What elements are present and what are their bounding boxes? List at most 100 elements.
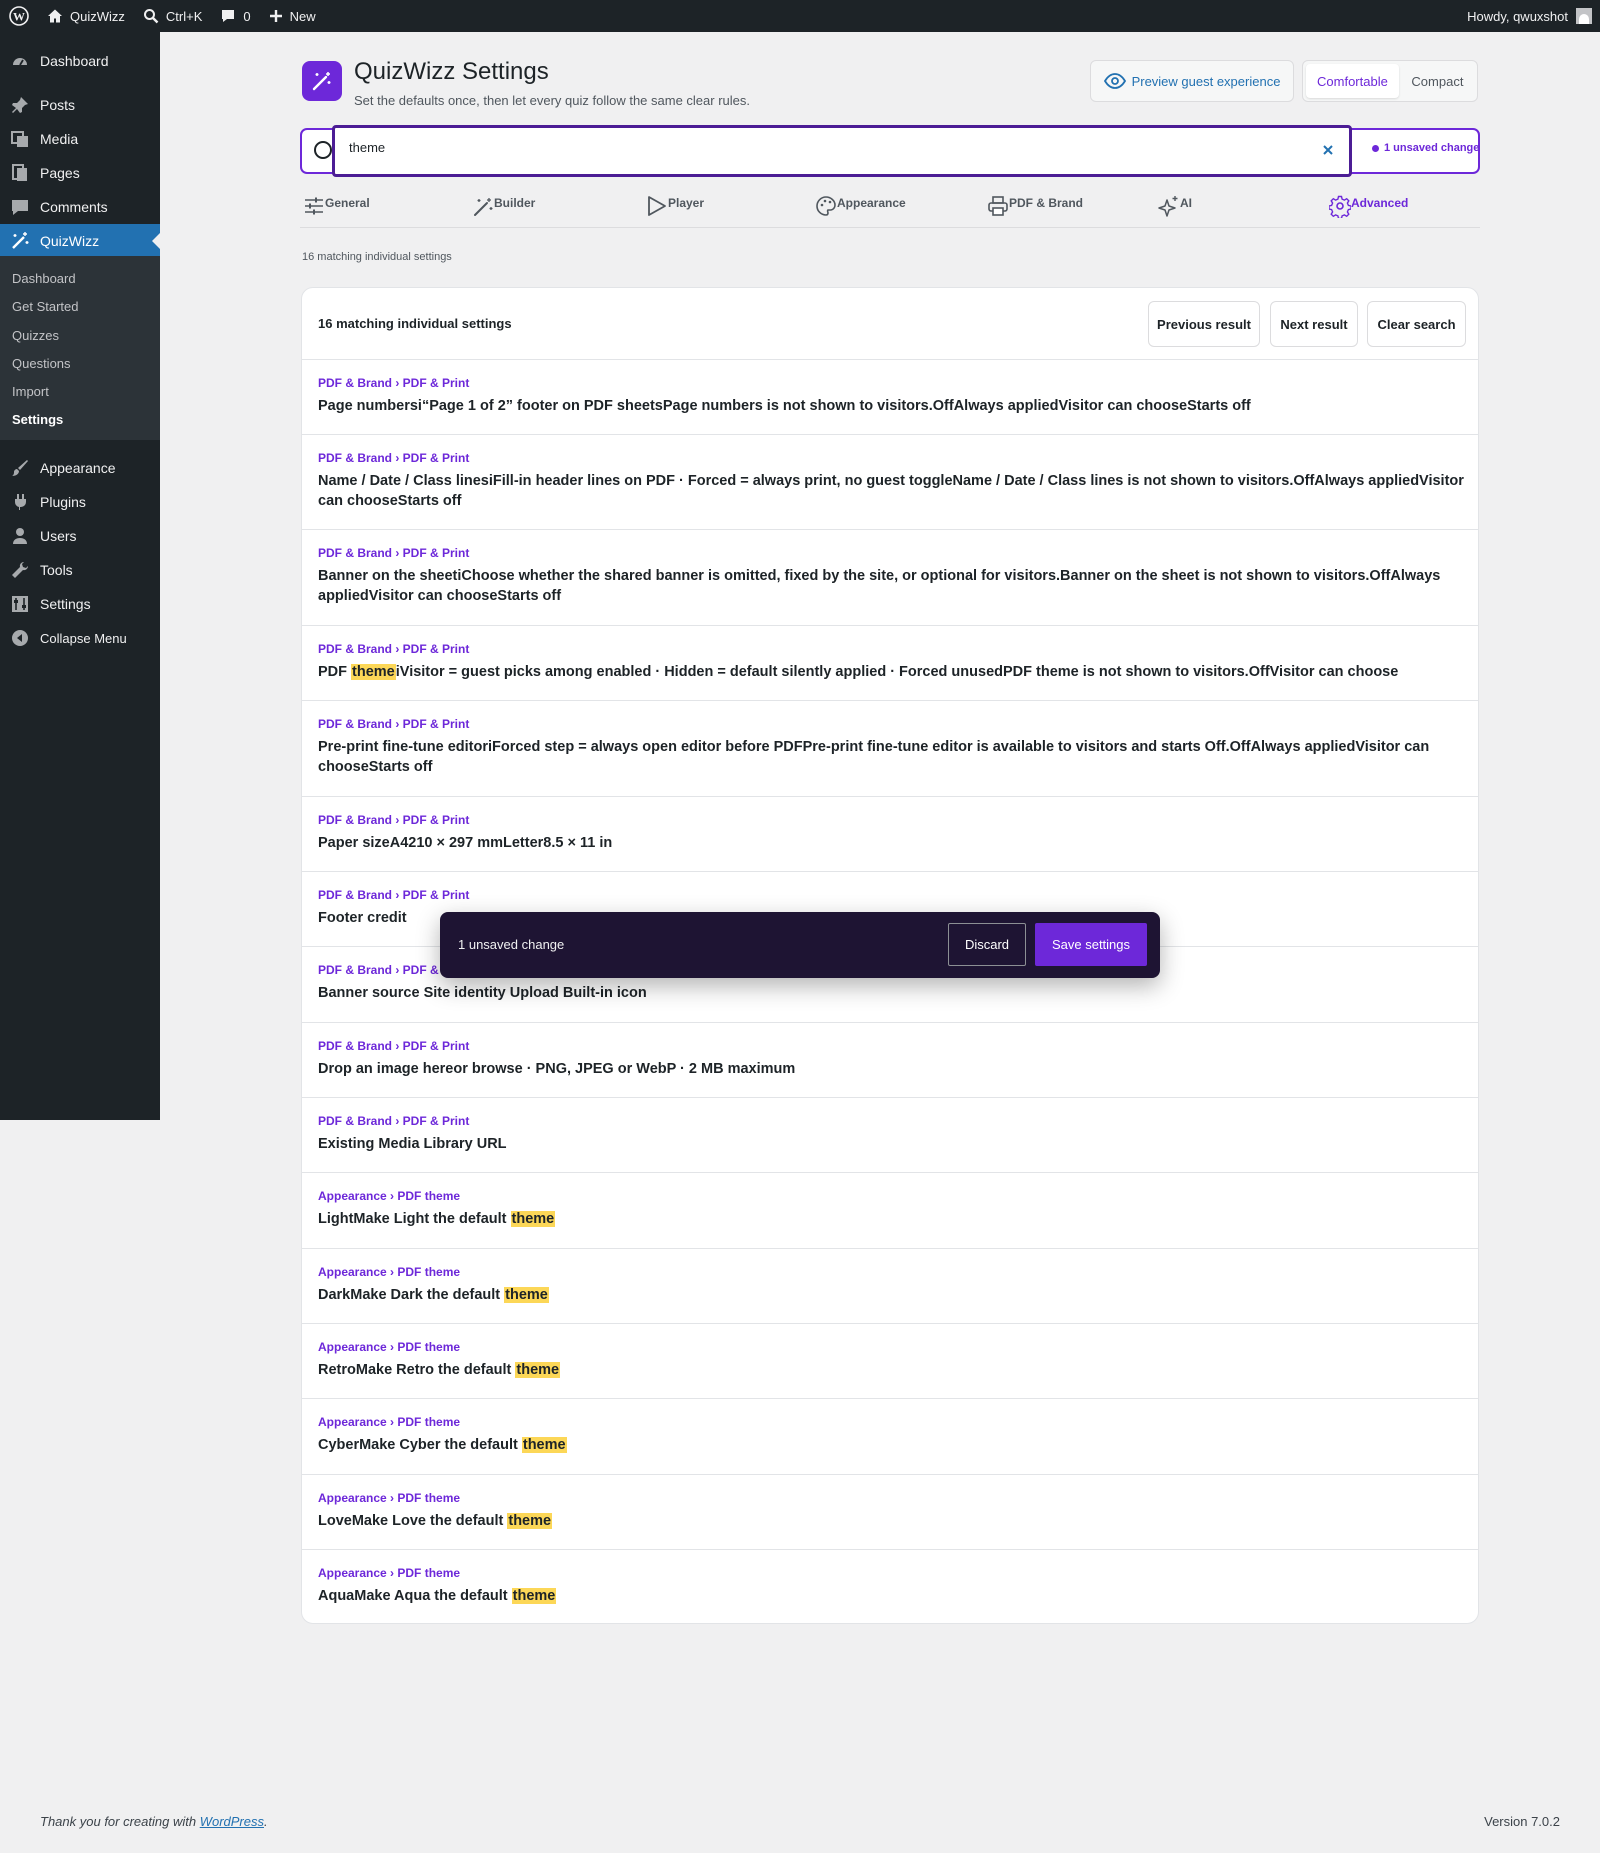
submenu-item-quizzes[interactable]: Quizzes (12, 328, 59, 343)
tab-pdf-brand[interactable]: PDF & Brand (987, 186, 1083, 224)
result-text: Banner source Site identity Upload Built… (318, 985, 647, 1001)
result-row[interactable]: Appearance › PDF theme CyberMake Cyber t… (302, 1399, 1478, 1475)
adminbar-comments[interactable]: 0 (211, 0, 259, 32)
match-count-summary: 16 matching individual settings (302, 251, 452, 263)
result-row[interactable]: PDF & Brand › PDF & Print Pre-print fine… (302, 701, 1478, 797)
sidebar-item-pages[interactable]: Pages (0, 156, 160, 190)
media-icon (11, 131, 28, 147)
sidebar-item-tools[interactable]: Tools (0, 553, 160, 587)
density-comfortable[interactable]: Comfortable (1306, 64, 1399, 98)
sidebar-item-label: Posts (40, 97, 76, 113)
result-row[interactable]: Appearance › PDF theme AquaMake Aqua the… (302, 1550, 1478, 1623)
tab-general[interactable]: General (303, 186, 370, 224)
result-breadcrumb: Appearance › PDF theme (318, 1340, 461, 1354)
adminbar-comments-count: 0 (243, 8, 251, 24)
result-row[interactable]: PDF & Brand › PDF & Print PDF themeiVisi… (302, 626, 1478, 701)
admin-sidebar: Dashboard Posts Media Pages Comments Qui… (0, 32, 160, 1120)
result-text-pre: LightMake Light the default (318, 1211, 511, 1227)
submenu-item-settings[interactable]: Settings (12, 412, 63, 427)
footer-thanks: Thank you for creating with WordPress. (40, 1814, 268, 1829)
sidebar-item-posts[interactable]: Posts (0, 88, 160, 122)
result-text: Banner on the sheetiChoose whether the s… (318, 568, 1441, 604)
result-row[interactable]: PDF & Brand › PDF & Print Name / Date / … (302, 435, 1478, 530)
result-row[interactable]: Appearance › PDF theme LightMake Light t… (302, 1173, 1478, 1249)
sidebar-item-dashboard[interactable]: Dashboard (0, 44, 160, 78)
result-row[interactable]: PDF & Brand › PDF & Print Drop an image … (302, 1023, 1478, 1098)
settings-search-input[interactable] (349, 140, 1249, 155)
submenu-item-dashboard[interactable]: Dashboard (12, 271, 76, 286)
eye-icon (1103, 73, 1126, 89)
result-text: AquaMake Aqua the default theme (318, 1586, 1468, 1606)
sidebar-item-plugins[interactable]: Plugins (0, 485, 160, 519)
adminbar-new-label: New (289, 8, 316, 24)
unsaved-changes-text: 1 unsaved change (458, 937, 565, 952)
avatar (1576, 8, 1592, 24)
sidebar-item-label: Plugins (40, 494, 86, 510)
result-row[interactable]: Appearance › PDF theme RetroMake Retro t… (302, 1324, 1478, 1399)
quizwizz-logo (302, 61, 342, 101)
clear-search-icon[interactable] (1319, 141, 1337, 159)
magic-wand-icon (312, 72, 331, 91)
search-icon (314, 141, 332, 159)
result-breadcrumb: PDF & Brand › PDF & Print (318, 451, 470, 465)
result-row[interactable]: Appearance › PDF theme DarkMake Dark the… (302, 1249, 1478, 1324)
result-row[interactable]: PDF & Brand › PDF & Print Page numbersi“… (302, 360, 1478, 435)
preview-guest-label: Preview guest experience (1131, 73, 1281, 89)
sidebar-item-appearance[interactable]: Appearance (0, 451, 160, 485)
previous-result-button[interactable]: Previous result (1148, 301, 1260, 347)
tab-builder[interactable]: Builder (472, 186, 535, 224)
settings-tabs: General Builder Player Appearance PDF & … (300, 186, 1480, 228)
sliders-icon (305, 197, 323, 215)
result-row[interactable]: PDF & Brand › PDF & Print Existing Media… (302, 1098, 1478, 1173)
result-breadcrumb: Appearance › PDF theme (318, 1491, 461, 1505)
submenu-item-questions[interactable]: Questions (12, 356, 71, 371)
result-text-pre: AquaMake Aqua the default (318, 1588, 512, 1604)
wordpress-link[interactable]: WordPress (200, 1814, 264, 1829)
adminbar-new[interactable]: New (260, 0, 325, 32)
tab-player[interactable]: Player (646, 186, 704, 224)
tab-appearance[interactable]: Appearance (815, 186, 906, 224)
sidebar-item-label: Users (40, 528, 77, 544)
sidebar-item-users[interactable]: Users (0, 519, 160, 553)
search-highlight: theme (510, 1211, 556, 1227)
adminbar-site-name: QuizWizz (70, 8, 125, 24)
tab-ai[interactable]: AI (1158, 186, 1192, 224)
printer-icon (988, 196, 1008, 216)
result-row[interactable]: Appearance › PDF theme LoveMake Love the… (302, 1475, 1478, 1550)
results-count: 16 matching individual settings (318, 316, 512, 331)
wordpress-logo[interactable]: W (0, 0, 38, 32)
sidebar-item-comments[interactable]: Comments (0, 190, 160, 224)
discard-button[interactable]: Discard (948, 923, 1026, 966)
comment-icon (222, 10, 235, 22)
adminbar-site-link[interactable]: QuizWizz (38, 0, 134, 32)
pin-icon (12, 97, 28, 113)
plus-icon (269, 10, 282, 22)
result-text: RetroMake Retro the default theme (318, 1360, 1468, 1380)
adminbar-search-shortcut: Ctrl+K (165, 8, 203, 24)
sidebar-item-quizwizz[interactable]: QuizWizz (0, 224, 160, 258)
tab-advanced[interactable]: Advanced (1329, 186, 1408, 224)
adminbar-search[interactable]: Ctrl+K (134, 0, 211, 32)
submenu-item-import[interactable]: Import (12, 384, 49, 399)
unsaved-indicator-label: 1 unsaved change (1384, 142, 1480, 154)
result-row[interactable]: PDF & Brand › PDF & Print Paper sizeA421… (302, 797, 1478, 872)
preview-guest-button[interactable]: Preview guest experience (1090, 60, 1294, 102)
tab-label: Builder (494, 196, 536, 210)
collapse-menu-button[interactable]: Collapse Menu (0, 621, 160, 655)
result-breadcrumb: PDF & Brand › PDF & Print (318, 888, 470, 902)
sidebar-item-media[interactable]: Media (0, 122, 160, 156)
adminbar-account[interactable]: Howdy, qwuxshot (1467, 0, 1600, 32)
result-row[interactable]: PDF & Brand › PDF & Print Banner on the … (302, 530, 1478, 626)
submenu-item-get-started[interactable]: Get Started (12, 299, 78, 314)
density-compact[interactable]: Compact (1401, 64, 1474, 98)
search-highlight: theme (521, 1437, 567, 1453)
result-text: Pre-print fine-tune editoriForced step =… (318, 739, 1430, 775)
sidebar-item-settings[interactable]: Settings (0, 587, 160, 621)
results-header: 16 matching individual settings Previous… (302, 288, 1478, 360)
sidebar-item-label: Comments (40, 199, 108, 215)
tab-label: Advanced (1351, 196, 1409, 210)
next-result-button[interactable]: Next result (1270, 301, 1358, 347)
save-settings-button[interactable]: Save settings (1035, 923, 1147, 966)
clear-search-button[interactable]: Clear search (1367, 301, 1466, 347)
admin-bar: W QuizWizz Ctrl+K 0 New Howdy, qwuxshot (0, 0, 1600, 32)
